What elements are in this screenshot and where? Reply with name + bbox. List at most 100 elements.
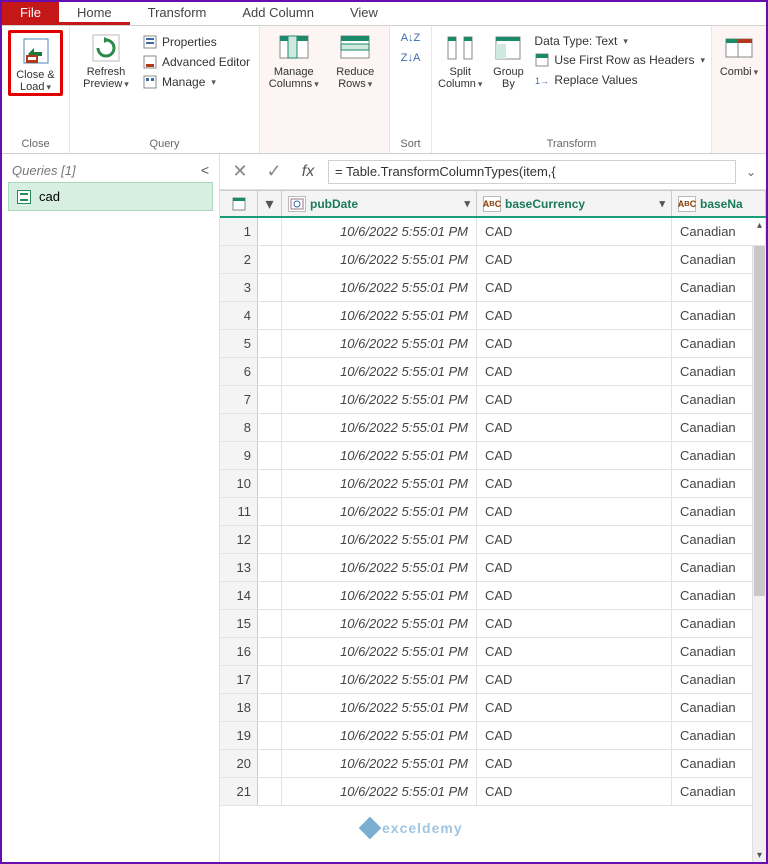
cell-pubdate[interactable]: 10/6/2022 5:55:01 PM	[282, 330, 477, 357]
cell-basecurrency[interactable]: CAD	[477, 302, 672, 329]
close-and-load-button[interactable]: Close &Load	[8, 30, 63, 96]
query-item-cad[interactable]: cad	[8, 182, 213, 211]
replace-values-button[interactable]: 1→2 Replace Values	[534, 72, 705, 88]
formula-cancel-icon[interactable]: ✕	[226, 161, 254, 182]
formula-expand-icon[interactable]: ⌄	[742, 165, 760, 179]
table-row[interactable]: 910/6/2022 5:55:01 PMCADCanadian	[220, 442, 766, 470]
table-row[interactable]: 1110/6/2022 5:55:01 PMCADCanadian	[220, 498, 766, 526]
cell-pubdate[interactable]: 10/6/2022 5:55:01 PM	[282, 666, 477, 693]
table-row[interactable]: 710/6/2022 5:55:01 PMCADCanadian	[220, 386, 766, 414]
cell-pubdate[interactable]: 10/6/2022 5:55:01 PM	[282, 778, 477, 805]
cell-pubdate[interactable]: 10/6/2022 5:55:01 PM	[282, 554, 477, 581]
cell-basename[interactable]: Canadian	[672, 218, 766, 245]
cell-basecurrency[interactable]: CAD	[477, 778, 672, 805]
cell-basecurrency[interactable]: CAD	[477, 246, 672, 273]
cell-basecurrency[interactable]: CAD	[477, 274, 672, 301]
table-row[interactable]: 610/6/2022 5:55:01 PMCADCanadian	[220, 358, 766, 386]
cell-basecurrency[interactable]: CAD	[477, 330, 672, 357]
cell-pubdate[interactable]: 10/6/2022 5:55:01 PM	[282, 274, 477, 301]
tab-view[interactable]: View	[332, 2, 396, 25]
tab-file[interactable]: File	[2, 2, 59, 25]
cell-pubdate[interactable]: 10/6/2022 5:55:01 PM	[282, 498, 477, 525]
filter-icon[interactable]: ▾	[464, 197, 470, 210]
cell-basecurrency[interactable]: CAD	[477, 610, 672, 637]
table-row[interactable]: 810/6/2022 5:55:01 PMCADCanadian	[220, 414, 766, 442]
formula-accept-icon[interactable]: ✓	[260, 161, 288, 182]
cell-pubdate[interactable]: 10/6/2022 5:55:01 PM	[282, 582, 477, 609]
table-row[interactable]: 110/6/2022 5:55:01 PMCADCanadian	[220, 218, 766, 246]
cell-pubdate[interactable]: 10/6/2022 5:55:01 PM	[282, 470, 477, 497]
cell-basecurrency[interactable]: CAD	[477, 414, 672, 441]
data-type-button[interactable]: Data Type: Text	[534, 34, 705, 48]
table-row[interactable]: 510/6/2022 5:55:01 PMCADCanadian	[220, 330, 766, 358]
table-row[interactable]: 310/6/2022 5:55:01 PMCADCanadian	[220, 274, 766, 302]
cell-basecurrency[interactable]: CAD	[477, 218, 672, 245]
cell-basecurrency[interactable]: CAD	[477, 526, 672, 553]
cell-basecurrency[interactable]: CAD	[477, 442, 672, 469]
cell-pubdate[interactable]: 10/6/2022 5:55:01 PM	[282, 414, 477, 441]
table-row[interactable]: 1710/6/2022 5:55:01 PMCADCanadian	[220, 666, 766, 694]
table-row[interactable]: 1510/6/2022 5:55:01 PMCADCanadian	[220, 610, 766, 638]
group-by-button[interactable]: GroupBy	[488, 30, 528, 90]
cell-pubdate[interactable]: 10/6/2022 5:55:01 PM	[282, 694, 477, 721]
column-header-basecurrency[interactable]: ABC baseCurrency ▾	[477, 191, 672, 216]
reduce-rows-button[interactable]: ReduceRows	[328, 30, 384, 90]
sort-asc-button[interactable]: A↓Z	[403, 30, 419, 46]
cell-basecurrency[interactable]: CAD	[477, 498, 672, 525]
table-row[interactable]: 1910/6/2022 5:55:01 PMCADCanadian	[220, 722, 766, 750]
cell-pubdate[interactable]: 10/6/2022 5:55:01 PM	[282, 358, 477, 385]
combine-button[interactable]: Combi	[718, 30, 760, 78]
cell-basecurrency[interactable]: CAD	[477, 554, 672, 581]
split-column-button[interactable]: SplitColumn	[438, 30, 482, 90]
scroll-thumb[interactable]	[754, 246, 765, 596]
column-header-basename[interactable]: ABC baseNa	[672, 191, 766, 216]
cell-pubdate[interactable]: 10/6/2022 5:55:01 PM	[282, 610, 477, 637]
table-row[interactable]: 2110/6/2022 5:55:01 PMCADCanadian	[220, 778, 766, 806]
table-row[interactable]: 410/6/2022 5:55:01 PMCADCanadian	[220, 302, 766, 330]
formula-input[interactable]	[328, 160, 736, 184]
cell-pubdate[interactable]: 10/6/2022 5:55:01 PM	[282, 302, 477, 329]
first-row-headers-button[interactable]: Use First Row as Headers	[534, 52, 705, 68]
cell-pubdate[interactable]: 10/6/2022 5:55:01 PM	[282, 722, 477, 749]
refresh-preview-button[interactable]: RefreshPreview	[76, 30, 136, 90]
cell-basecurrency[interactable]: CAD	[477, 722, 672, 749]
cell-basecurrency[interactable]: CAD	[477, 638, 672, 665]
cell-pubdate[interactable]: 10/6/2022 5:55:01 PM	[282, 218, 477, 245]
scroll-up-icon[interactable]: ▴	[753, 218, 766, 232]
select-all-corner[interactable]	[220, 191, 258, 216]
vertical-scrollbar[interactable]: ▴ ▾	[752, 246, 766, 862]
manage-button[interactable]: Manage	[142, 74, 250, 90]
table-row[interactable]: 1310/6/2022 5:55:01 PMCADCanadian	[220, 554, 766, 582]
cell-pubdate[interactable]: 10/6/2022 5:55:01 PM	[282, 750, 477, 777]
cell-basecurrency[interactable]: CAD	[477, 666, 672, 693]
manage-columns-button[interactable]: ManageColumns	[266, 30, 322, 90]
cell-basecurrency[interactable]: CAD	[477, 386, 672, 413]
cell-pubdate[interactable]: 10/6/2022 5:55:01 PM	[282, 526, 477, 553]
cell-basecurrency[interactable]: CAD	[477, 358, 672, 385]
table-row[interactable]: 1210/6/2022 5:55:01 PMCADCanadian	[220, 526, 766, 554]
queries-collapse-icon[interactable]: <	[201, 162, 209, 178]
cell-basecurrency[interactable]: CAD	[477, 694, 672, 721]
table-row[interactable]: 1610/6/2022 5:55:01 PMCADCanadian	[220, 638, 766, 666]
cell-basecurrency[interactable]: CAD	[477, 582, 672, 609]
row-options-icon[interactable]: ▾	[258, 191, 282, 216]
cell-pubdate[interactable]: 10/6/2022 5:55:01 PM	[282, 442, 477, 469]
tab-home[interactable]: Home	[59, 2, 130, 25]
tab-add-column[interactable]: Add Column	[224, 2, 332, 25]
column-header-pubdate[interactable]: pubDate ▾	[282, 191, 477, 216]
properties-button[interactable]: Properties	[142, 34, 250, 50]
cell-basecurrency[interactable]: CAD	[477, 750, 672, 777]
sort-desc-button[interactable]: Z↓A	[403, 50, 419, 66]
table-row[interactable]: 1410/6/2022 5:55:01 PMCADCanadian	[220, 582, 766, 610]
table-row[interactable]: 2010/6/2022 5:55:01 PMCADCanadian	[220, 750, 766, 778]
table-row[interactable]: 1010/6/2022 5:55:01 PMCADCanadian	[220, 470, 766, 498]
scroll-down-icon[interactable]: ▾	[753, 848, 766, 862]
cell-pubdate[interactable]: 10/6/2022 5:55:01 PM	[282, 386, 477, 413]
cell-basecurrency[interactable]: CAD	[477, 470, 672, 497]
table-row[interactable]: 1810/6/2022 5:55:01 PMCADCanadian	[220, 694, 766, 722]
cell-pubdate[interactable]: 10/6/2022 5:55:01 PM	[282, 638, 477, 665]
cell-pubdate[interactable]: 10/6/2022 5:55:01 PM	[282, 246, 477, 273]
filter-icon[interactable]: ▾	[659, 197, 665, 210]
fx-icon[interactable]: fx	[294, 163, 322, 181]
tab-transform[interactable]: Transform	[130, 2, 225, 25]
